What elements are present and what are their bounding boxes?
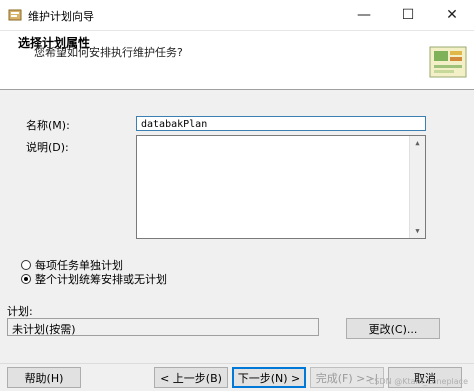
radio-single-schedule-indicator[interactable] (21, 273, 31, 284)
maximize-button[interactable]: ☐ (386, 0, 430, 30)
window-title: 维护计划向导 (28, 10, 94, 23)
back-button[interactable]: < 上一步(B) (154, 367, 228, 388)
wizard-banner-icon (429, 46, 467, 78)
schedule-label: 计划: (7, 305, 33, 318)
radio-separate-schedules-indicator[interactable] (21, 259, 31, 270)
radio-separate-schedules[interactable]: 每项任务单独计划 (21, 258, 123, 272)
change-schedule-button[interactable]: 更改(C)... (346, 318, 440, 339)
minimize-button[interactable]: — (342, 0, 386, 30)
radio-single-schedule[interactable]: 整个计划统筹安排或无计划 (21, 272, 167, 286)
title-bar: 维护计划向导 — ☐ ✕ (0, 0, 474, 31)
description-field[interactable]: ▲ ▼ (136, 135, 426, 239)
help-button[interactable]: 帮助(H) (7, 367, 81, 388)
watermark: CSDN @Ktam_Loneplace (368, 377, 468, 386)
name-field[interactable]: databakPlan (136, 116, 426, 131)
wizard-header: 选择计划属性 您希望如何安排执行维护任务? (0, 31, 474, 90)
next-button[interactable]: 下一步(N) > (232, 367, 306, 388)
radio-single-schedule-label: 整个计划统筹安排或无计划 (35, 272, 167, 286)
maintenance-plan-icon (8, 9, 22, 21)
minimize-icon: — (357, 7, 371, 23)
scroll-down-icon[interactable]: ▼ (410, 224, 425, 238)
maximize-icon: ☐ (401, 7, 415, 23)
name-label: 名称(M): (26, 119, 70, 132)
description-label: 说明(D): (26, 141, 69, 154)
close-button[interactable]: ✕ (430, 0, 474, 30)
close-icon: ✕ (446, 7, 458, 23)
schedule-value: 未计划(按需) (7, 318, 319, 336)
description-scrollbar[interactable]: ▲ ▼ (409, 136, 425, 238)
page-subtitle: 您希望如何安排执行维护任务? (34, 46, 183, 59)
scroll-up-icon[interactable]: ▲ (410, 136, 425, 150)
